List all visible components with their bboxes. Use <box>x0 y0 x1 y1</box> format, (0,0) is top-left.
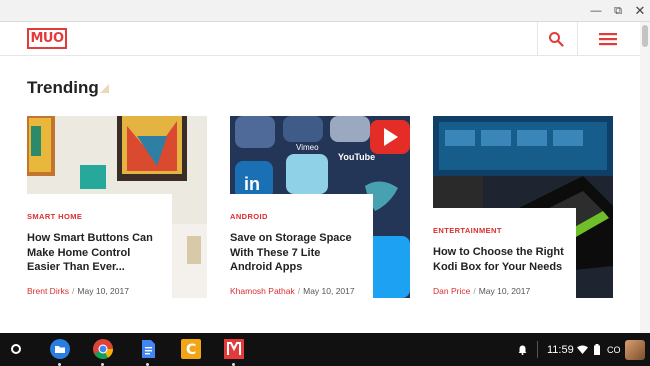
article-meta: Khamosh Pathak / May 10, 2017 <box>230 286 355 296</box>
svg-text:C: C <box>186 342 196 358</box>
muo-app-icon[interactable] <box>224 339 244 366</box>
meta-separator: / <box>473 286 476 296</box>
article-panel: ANDROID Save on Storage Space With These… <box>230 194 373 298</box>
article-category[interactable]: ANDROID <box>230 212 268 221</box>
title-line: How Smart Buttons Can <box>27 232 153 244</box>
title-line: Easier Than Ever... <box>27 261 125 273</box>
hamburger-menu-icon[interactable] <box>599 32 617 46</box>
article-panel: SMART HOME How Smart Buttons Can Make Ho… <box>27 194 172 298</box>
window-titlebar: — ⧉ ✕ <box>0 0 650 22</box>
article-title[interactable]: How to Choose the Right Kodi Box for You… <box>433 245 575 274</box>
title-line: With These 7 Lite <box>230 246 321 259</box>
trending-decoration-icon <box>100 84 109 93</box>
battery-icon[interactable] <box>594 344 600 355</box>
article-card[interactable]: Vimeo YouTube in ANDROID Save on Storage… <box>230 116 410 298</box>
title-line: Save on Storage Space <box>230 232 352 244</box>
article-title[interactable]: How Smart Buttons Can Make Home Control … <box>27 231 167 275</box>
meta-separator: / <box>72 286 75 296</box>
chrome-icon[interactable] <box>93 339 114 366</box>
title-line: Make Home Control <box>27 246 131 259</box>
launcher-icon[interactable] <box>11 344 21 354</box>
article-date: May 10, 2017 <box>303 286 355 296</box>
site-logo[interactable]: MUO <box>27 28 67 49</box>
scroll-thumb[interactable] <box>642 25 648 47</box>
image-label: YouTube <box>338 152 375 162</box>
article-category[interactable]: ENTERTAINMENT <box>433 226 502 235</box>
input-locale[interactable]: CO <box>607 345 621 355</box>
clock[interactable]: 11:59 <box>547 344 574 356</box>
title-line: Kodi Box for Your Needs <box>433 260 563 273</box>
article-author[interactable]: Brent Dirks <box>27 286 69 296</box>
site-header: MUO <box>0 22 640 56</box>
article-author[interactable]: Dan Price <box>433 286 470 296</box>
title-line: How to Choose the Right <box>433 246 564 258</box>
minimize-button[interactable]: — <box>588 3 604 19</box>
article-date: May 10, 2017 <box>77 286 129 296</box>
article-panel: ENTERTAINMENT How to Choose the Right Ko… <box>433 208 576 298</box>
article-meta: Dan Price / May 10, 2017 <box>433 286 530 296</box>
meta-separator: / <box>297 286 301 296</box>
search-icon[interactable] <box>548 31 564 47</box>
header-divider <box>537 22 538 56</box>
article-card[interactable]: ENTERTAINMENT How to Choose the Right Ko… <box>433 116 613 298</box>
tray-divider <box>537 341 538 358</box>
article-author[interactable]: Khamosh Pathak <box>230 286 295 296</box>
section-title: Trending <box>27 78 99 97</box>
c-app-icon[interactable]: C <box>181 339 201 359</box>
image-label: Vimeo <box>296 143 319 152</box>
close-button[interactable]: ✕ <box>632 3 648 19</box>
article-date: May 10, 2017 <box>478 286 531 296</box>
image-label: in <box>244 174 260 194</box>
files-app-icon[interactable] <box>50 339 70 366</box>
header-divider <box>577 22 578 56</box>
wifi-icon[interactable] <box>577 345 588 354</box>
article-meta: Brent Dirks / May 10, 2017 <box>27 286 129 296</box>
title-line: Android Apps <box>230 261 303 273</box>
maximize-button[interactable]: ⧉ <box>610 3 626 19</box>
article-card[interactable]: SMART HOME How Smart Buttons Can Make Ho… <box>27 116 207 298</box>
user-avatar[interactable] <box>625 340 645 360</box>
taskbar-shelf: C 11:59 CO <box>0 333 650 366</box>
article-title[interactable]: Save on Storage Space With These 7 Lite … <box>230 231 370 275</box>
docs-icon[interactable] <box>138 339 158 366</box>
notification-bell-icon[interactable] <box>518 345 527 355</box>
scrollbar[interactable] <box>640 22 650 333</box>
article-category[interactable]: SMART HOME <box>27 212 82 221</box>
